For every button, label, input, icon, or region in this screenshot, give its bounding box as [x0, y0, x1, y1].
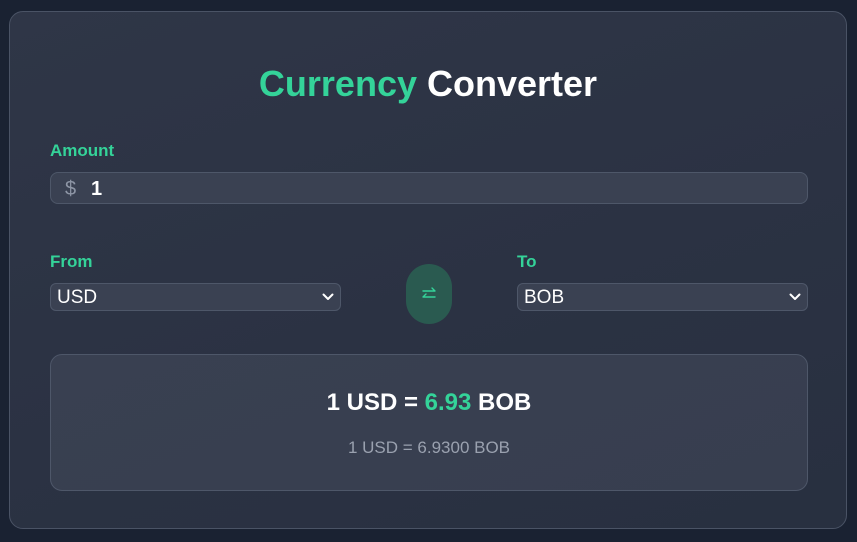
from-currency-select[interactable]: USD	[50, 283, 341, 311]
amount-label: Amount	[50, 141, 115, 160]
result-panel: 1 USD = 6.93 BOB 1 USD = 6.9300 BOB	[50, 354, 808, 491]
swap-arrows-icon	[422, 287, 436, 298]
chevron-down-icon	[322, 293, 334, 300]
currency-symbol: $	[65, 178, 77, 200]
chevron-down-icon	[789, 293, 801, 300]
converter-card: Currency Converter Amount $ 1 From USD T…	[9, 11, 847, 529]
result-suffix: BOB	[478, 389, 532, 416]
result-main: 1 USD = 6.93 BOB	[51, 389, 807, 417]
title-rest: Converter	[427, 63, 598, 104]
amount-input[interactable]: $ 1	[50, 172, 808, 204]
to-selected-value: BOB	[524, 287, 565, 308]
result-rate: 6.93	[424, 389, 472, 416]
from-label: From	[50, 252, 93, 271]
swap-button[interactable]	[406, 264, 452, 324]
from-selected-value: USD	[57, 287, 98, 308]
title-accent-word: Currency	[258, 63, 417, 104]
to-label: To	[517, 252, 537, 271]
to-currency-select[interactable]: BOB	[517, 283, 808, 311]
result-detail: 1 USD = 6.9300 BOB	[347, 438, 511, 457]
result-prefix: 1 USD =	[326, 389, 418, 416]
amount-value[interactable]: 1	[91, 177, 102, 201]
page-title: Currency Converter	[10, 62, 846, 106]
